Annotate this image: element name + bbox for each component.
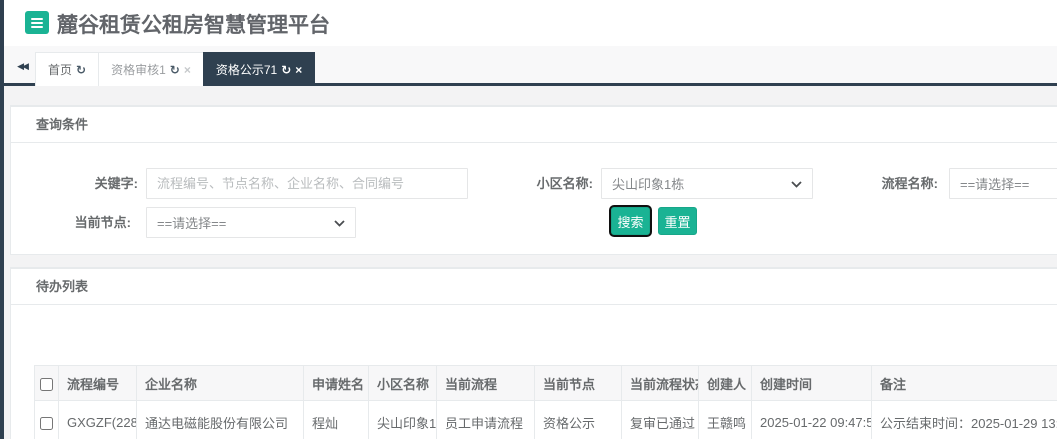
menu-toggle-button[interactable] <box>25 11 49 34</box>
table-header-row: 流程编号 企业名称 申请姓名 小区名称 当前流程 当前节点 当前流程状态 创建人… <box>34 365 1057 401</box>
keyword-input[interactable] <box>146 168 468 199</box>
tab-bar: ◀◀ 首页 ↻ 资格审核1 ↻ × 资格公示71 ↻ × <box>4 46 1057 86</box>
col-process-no: 流程编号 <box>58 365 137 401</box>
tab-label: 首页 <box>48 63 73 77</box>
cell-process-no: GXGZF(22833) <box>58 400 137 439</box>
tab-qualification-review[interactable]: 资格审核1 ↻ × <box>98 52 203 86</box>
todo-panel-title: 待办列表 <box>11 269 1057 305</box>
search-button[interactable]: 搜索 <box>611 207 650 235</box>
table-row[interactable]: GXGZF(22833) 通达电磁能股份有限公司 程灿 尖山印象1栋 员工申请流… <box>34 400 1057 439</box>
col-remark: 备注 <box>871 365 1057 401</box>
cell-flow-status: 复审已通过 <box>621 400 699 439</box>
collapse-tabs-icon[interactable]: ◀◀ <box>9 54 35 78</box>
flow-select-value: ==请选择== <box>960 177 1030 192</box>
page-title: 麓谷租赁公租房智慧管理平台 <box>57 14 330 37</box>
col-current-flow: 当前流程 <box>436 365 535 401</box>
tab-label: 资格审核1 <box>111 63 166 77</box>
col-create-time: 创建时间 <box>751 365 872 401</box>
cell-current-flow: 员工申请流程 <box>436 400 535 439</box>
chevron-down-icon <box>334 220 345 227</box>
reset-button[interactable]: 重置 <box>658 207 697 235</box>
tab-label: 资格公示71 <box>215 63 278 77</box>
col-applicant: 申请姓名 <box>303 365 369 401</box>
close-icon[interactable]: × <box>295 63 302 77</box>
community-label: 小区名称: <box>536 176 593 191</box>
cell-company: 通达电磁能股份有限公司 <box>136 400 304 439</box>
tab-home[interactable]: 首页 ↻ <box>35 52 99 86</box>
query-panel: 查询条件 关键字: 小区名称: 尖山印象1栋 流程名称: ==请选择== 当前节… <box>10 105 1057 255</box>
top-header: 麓谷租赁公租房智慧管理平台 <box>4 0 1057 46</box>
col-flow-status: 当前流程状态 <box>621 365 699 401</box>
col-community: 小区名称 <box>368 365 437 401</box>
cell-applicant: 程灿 <box>303 400 369 439</box>
refresh-icon[interactable]: ↻ <box>170 63 180 77</box>
cell-remark: 公示结束时间：2025-01-29 13:38:31 <box>871 400 1057 439</box>
cell-community: 尖山印象1栋 <box>368 400 437 439</box>
col-current-node: 当前节点 <box>534 365 622 401</box>
community-select[interactable]: 尖山印象1栋 <box>601 168 813 199</box>
keyword-label: 关键字: <box>94 176 138 191</box>
community-select-value: 尖山印象1栋 <box>612 177 685 192</box>
collapsed-sidebar <box>0 0 4 439</box>
refresh-icon[interactable]: ↻ <box>281 63 291 77</box>
chevron-down-icon <box>791 181 802 188</box>
query-panel-title: 查询条件 <box>11 107 1057 143</box>
node-select[interactable]: ==请选择== <box>146 207 356 238</box>
cell-create-time: 2025-01-22 09:47:51 <box>751 400 872 439</box>
refresh-icon[interactable]: ↻ <box>76 63 86 77</box>
flow-label: 流程名称: <box>881 176 938 191</box>
node-select-value: ==请选择== <box>157 216 227 231</box>
tabs-container: 首页 ↻ 资格审核1 ↻ × 资格公示71 ↻ × <box>35 52 316 86</box>
hamburger-icon <box>31 17 43 20</box>
cell-creator: 王赣鸣 <box>698 400 752 439</box>
row-checkbox[interactable] <box>40 417 53 431</box>
close-icon[interactable]: × <box>184 63 191 77</box>
cell-current-node: 资格公示 <box>534 400 622 439</box>
flow-select[interactable]: ==请选择== <box>949 168 1057 199</box>
todo-panel-body: 流程编号 企业名称 申请姓名 小区名称 当前流程 当前节点 当前流程状态 创建人… <box>11 365 1057 439</box>
col-company: 企业名称 <box>136 365 304 401</box>
todo-panel: 待办列表 流程编号 企业名称 申请姓名 小区名称 当前流程 当前节点 当前流程状… <box>10 267 1057 439</box>
select-all-checkbox[interactable] <box>40 377 53 391</box>
todo-table: 流程编号 企业名称 申请姓名 小区名称 当前流程 当前节点 当前流程状态 创建人… <box>34 365 1057 439</box>
query-form: 关键字: 小区名称: 尖山印象1栋 流程名称: ==请选择== 当前节点: ==… <box>11 143 1057 254</box>
node-label: 当前节点: <box>74 215 131 230</box>
col-creator: 创建人 <box>698 365 752 401</box>
tab-qualification-publicity[interactable]: 资格公示71 ↻ × <box>202 52 316 86</box>
